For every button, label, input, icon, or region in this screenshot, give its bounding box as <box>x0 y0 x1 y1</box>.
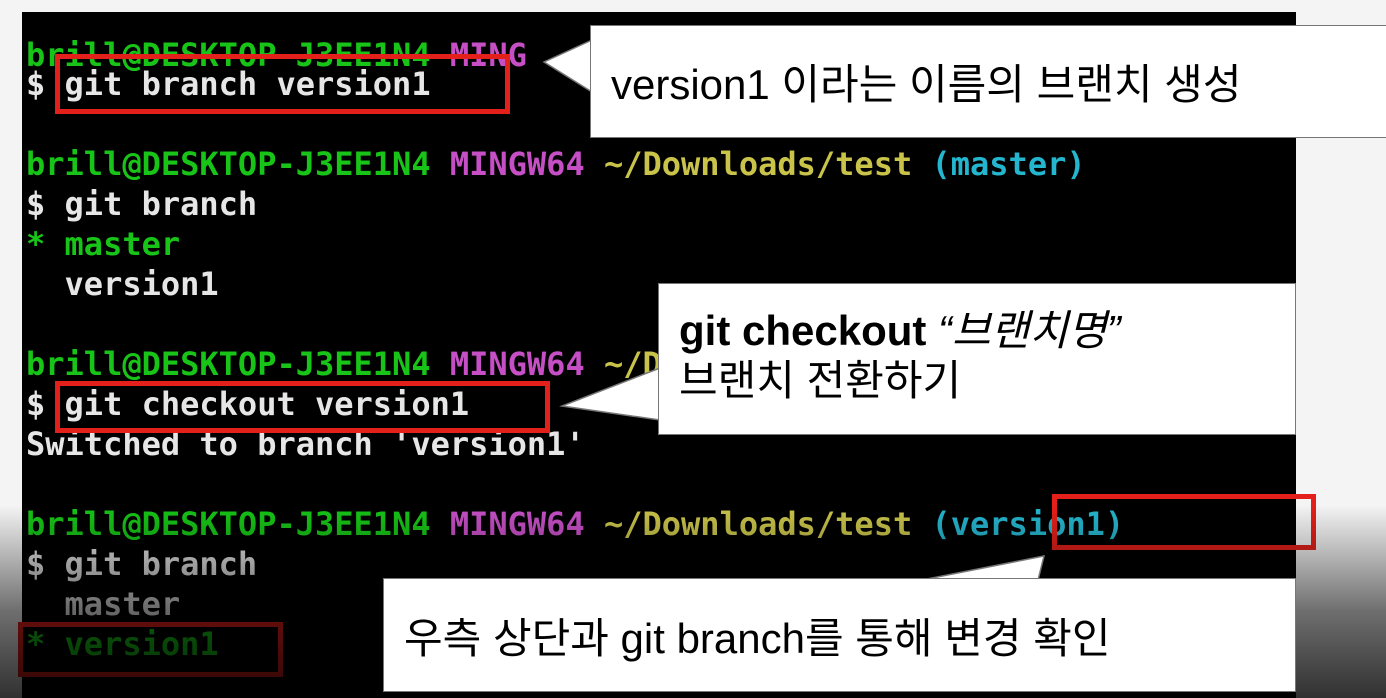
prompt-symbol: $ <box>26 545 46 583</box>
command-text: git branch <box>64 545 258 583</box>
callout-confirm: 우측 상단과 git branch를 통해 변경 확인 <box>383 578 1296 692</box>
branch-name: master <box>64 585 181 623</box>
prompt-line-2: brill@DESKTOP-J3EE1N4 MINGW64 ~/Download… <box>26 144 1086 184</box>
branch-name: master <box>64 225 181 263</box>
highlight-current-branch-prompt <box>1052 494 1316 550</box>
prompt-branch: (master) <box>931 145 1086 183</box>
callout-create-branch: version1 이라는 이름의 브랜치 생성 <box>590 25 1386 138</box>
prompt-user-host: brill@DESKTOP-J3EE1N4 <box>26 505 431 543</box>
prompt-user-host: brill@DESKTOP-J3EE1N4 <box>26 345 431 383</box>
branch-name: version1 <box>64 265 219 303</box>
current-branch-marker: * <box>26 225 46 263</box>
branch-list-item-master: * master <box>26 224 180 264</box>
prompt-user-host: brill@DESKTOP-J3EE1N4 <box>26 145 431 183</box>
callout-command: git checkout <box>679 307 927 354</box>
callout-text: 우측 상단과 git branch를 통해 변경 확인 <box>404 614 1111 662</box>
prompt-path: ~/Downloads/test <box>603 145 913 183</box>
command-line-list-branch-2: $ git branch <box>26 544 257 584</box>
prompt-env: MINGW64 <box>449 505 585 543</box>
callout-line-1: git checkout “브랜치명” <box>679 306 1295 356</box>
branch-list-item-version1: version1 <box>26 264 219 304</box>
callout-line-2: 브랜치 전환하기 <box>679 357 962 404</box>
command-text: git branch <box>64 185 258 223</box>
highlight-checkout-command <box>55 381 550 433</box>
branch-list-item-master-2: master <box>26 584 181 624</box>
command-line-list-branch: $ git branch <box>26 184 257 224</box>
prompt-path: ~/Downloads/test <box>603 505 913 543</box>
callout-pointer <box>559 366 662 421</box>
prompt-symbol: $ <box>26 65 46 103</box>
highlight-current-branch-list <box>18 622 283 677</box>
highlight-create-branch-command <box>55 54 510 114</box>
prompt-symbol: $ <box>26 385 46 423</box>
prompt-line-4: brill@DESKTOP-J3EE1N4 MINGW64 ~/Download… <box>26 504 1124 544</box>
callout-checkout: git checkout “브랜치명” 브랜치 전환하기 <box>658 283 1296 435</box>
prompt-symbol: $ <box>26 185 46 223</box>
prompt-env: MINGW64 <box>449 145 585 183</box>
callout-text: version1 이라는 이름의 브랜치 생성 <box>611 61 1242 108</box>
callout-placeholder: “브랜치명” <box>938 307 1121 354</box>
